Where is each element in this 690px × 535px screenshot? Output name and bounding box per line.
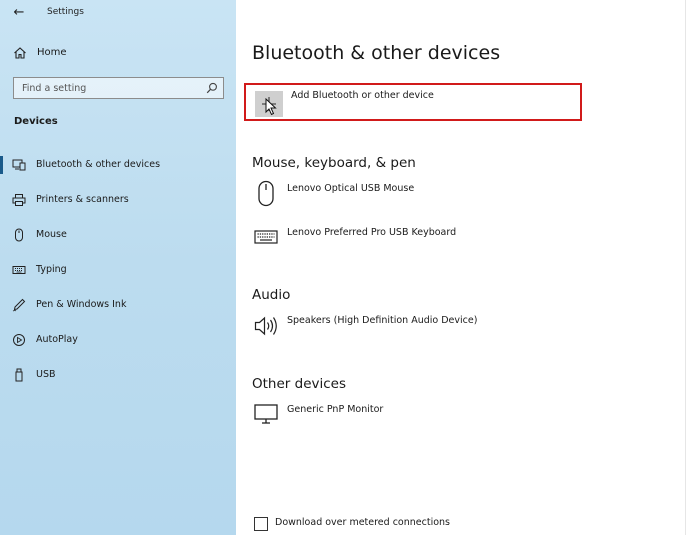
- device-label: Speakers (High Definition Audio Device): [287, 315, 478, 326]
- sidebar-item-label: Pen & Windows Ink: [36, 299, 127, 310]
- sidebar-item-printers[interactable]: Printers & scanners: [0, 187, 236, 213]
- pen-icon: [12, 298, 26, 312]
- device-label: Lenovo Preferred Pro USB Keyboard: [287, 227, 457, 238]
- mouse-icon: [258, 180, 274, 207]
- home-icon: [14, 47, 26, 59]
- sidebar-item-label: USB: [36, 369, 56, 380]
- group-heading-other: Other devices: [252, 376, 346, 392]
- device-label: Lenovo Optical USB Mouse: [287, 183, 415, 194]
- right-divider: [685, 0, 686, 535]
- metered-connections-option[interactable]: Download over metered connections: [254, 516, 554, 532]
- home-label: Home: [37, 47, 67, 58]
- sidebar: ← Settings Home Devices Bluetooth & othe…: [0, 0, 236, 535]
- mouse-cursor-icon: [265, 98, 277, 116]
- add-device-label: Add Bluetooth or other device: [291, 90, 434, 101]
- sidebar-home[interactable]: Home: [0, 43, 236, 65]
- search-input[interactable]: [14, 78, 194, 98]
- metered-label: Download over metered connections: [275, 517, 450, 528]
- keyboard-icon: [12, 266, 26, 274]
- page-title: Bluetooth & other devices: [252, 42, 501, 64]
- device-row[interactable]: Lenovo Preferred Pro USB Keyboard: [252, 224, 672, 256]
- autoplay-icon: [13, 334, 25, 346]
- sidebar-item-autoplay[interactable]: AutoPlay: [0, 327, 236, 353]
- device-row[interactable]: Lenovo Optical USB Mouse: [252, 180, 672, 212]
- sidebar-item-label: AutoPlay: [36, 334, 78, 345]
- main-content: Bluetooth & other devices Add Bluetooth …: [236, 0, 690, 535]
- device-row[interactable]: Speakers (High Definition Audio Device): [252, 312, 672, 344]
- sidebar-item-usb[interactable]: USB: [0, 362, 236, 388]
- search-box[interactable]: [13, 77, 224, 99]
- sidebar-section-heading: Devices: [14, 116, 58, 127]
- device-label: Generic PnP Monitor: [287, 404, 384, 415]
- keyboard-icon: [254, 230, 278, 244]
- metered-checkbox[interactable]: [254, 517, 268, 531]
- bluetooth-devices-icon: [12, 159, 26, 171]
- monitor-icon: [254, 404, 278, 424]
- add-device-button[interactable]: Add Bluetooth or other device: [244, 83, 582, 121]
- title-bar: ← Settings: [0, 0, 236, 28]
- sidebar-item-bluetooth[interactable]: Bluetooth & other devices: [0, 152, 236, 178]
- mouse-icon: [15, 228, 23, 242]
- window-title: Settings: [47, 7, 84, 17]
- sidebar-item-label: Printers & scanners: [36, 194, 129, 205]
- right-panel-edge: [685, 0, 690, 535]
- back-button[interactable]: ←: [8, 4, 30, 22]
- device-row[interactable]: Generic PnP Monitor: [252, 401, 672, 433]
- sidebar-item-label: Bluetooth & other devices: [36, 159, 161, 170]
- sidebar-item-label: Typing: [36, 264, 67, 275]
- sidebar-item-typing[interactable]: Typing: [0, 257, 236, 283]
- group-heading-input: Mouse, keyboard, & pen: [252, 155, 416, 171]
- printer-icon: [12, 194, 26, 206]
- group-heading-audio: Audio: [252, 287, 291, 303]
- sidebar-item-mouse[interactable]: Mouse: [0, 222, 236, 248]
- sidebar-item-pen[interactable]: Pen & Windows Ink: [0, 292, 236, 318]
- search-icon[interactable]: [206, 82, 218, 94]
- sidebar-item-label: Mouse: [36, 229, 67, 240]
- usb-icon: [15, 368, 23, 382]
- speaker-icon: [254, 316, 277, 336]
